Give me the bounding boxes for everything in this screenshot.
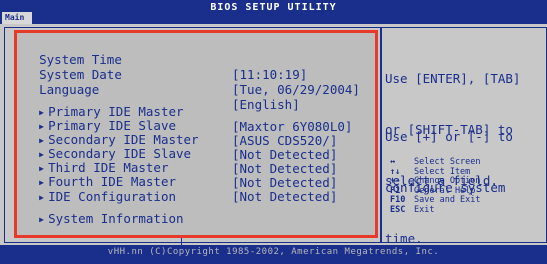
setting-value: [Not Detected] xyxy=(232,161,338,176)
key-desc: Exit xyxy=(414,204,435,215)
setting-value: [Maxtor 6Y080L0] xyxy=(232,119,353,134)
bios-title: BIOS SETUP UTILITY xyxy=(210,2,337,13)
submenu-system-information[interactable]: ▶ System Information xyxy=(24,196,184,226)
key-esc: ESC xyxy=(390,204,406,215)
panel-divider xyxy=(380,27,382,243)
copyright-footer: vHH.nn (C)Copyright 1985-2002, American … xyxy=(0,245,547,260)
setting-label: System Information xyxy=(48,211,184,226)
setting-value: [Not Detected] xyxy=(232,175,338,190)
submenu-arrow-icon: ▶ xyxy=(39,215,44,224)
title-bar: BIOS SETUP UTILITY Main xyxy=(0,0,547,24)
key-row: ESC Exit xyxy=(390,204,481,216)
setting-value: [Not Detected] xyxy=(232,189,338,204)
setting-value: [Not Detected] xyxy=(232,147,338,162)
tab-main[interactable]: Main xyxy=(2,12,32,24)
help-line: Use [+] or [-] to xyxy=(385,129,513,144)
help-line: Use [ENTER], [TAB] xyxy=(385,71,521,86)
setting-value: [ASUS CDS520/] xyxy=(232,133,338,148)
setting-value[interactable]: [Tue, 06/29/2004] xyxy=(232,82,360,97)
key-legend: ↔ Select Screen ↑↓ Select Item +- Change Op… xyxy=(390,157,481,216)
setting-value[interactable]: [11:10:19] xyxy=(232,67,307,82)
setting-value[interactable]: [English] xyxy=(232,97,300,112)
